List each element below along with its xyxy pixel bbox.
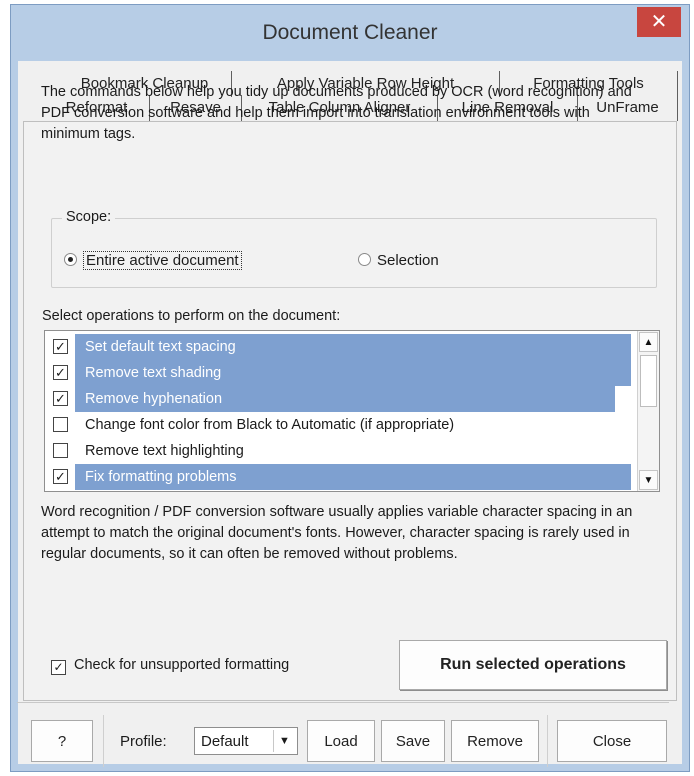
checkbox[interactable]: ✓ [53,391,68,406]
scroll-down-icon[interactable]: ▼ [639,470,658,490]
checkbox[interactable] [53,417,68,432]
profile-value: Default [201,733,249,750]
close-icon[interactable]: ✕ [637,7,681,37]
title-bar[interactable]: Document Cleaner ✕ [11,5,689,61]
list-item-label: Set default text spacing [75,334,631,360]
checkbox-label: Check for unsupported formatting [74,657,290,673]
check-unsupported-formatting[interactable]: ✓ Check for unsupported formatting [51,655,289,675]
list-item-label: Remove hyphenation [75,386,615,412]
remove-button[interactable]: Remove [451,720,539,762]
checkbox[interactable]: ✓ [53,365,68,380]
run-selected-operations-button[interactable]: Run selected operations [399,640,667,690]
scroll-up-icon[interactable]: ▲ [639,332,658,352]
checkbox[interactable]: ✓ [53,469,68,484]
operations-list[interactable]: ✓ Set default text spacing ✓ Remove text… [44,330,660,492]
help-button[interactable]: ? [31,720,93,762]
list-scrollbar[interactable]: ▲ ▼ [637,331,659,491]
scope-label: Scope: [62,209,116,225]
footer-divider [103,715,104,767]
list-item-label: Remove text shading [75,360,631,386]
checkbox[interactable]: ✓ [53,339,68,354]
list-item[interactable]: ✓ Remove hyphenation [45,386,659,412]
list-item[interactable]: ✓ Remove text shading [45,360,659,386]
operation-description: Word recognition / PDF conversion softwa… [41,504,633,562]
profile-dropdown[interactable]: Default ▼ [194,727,298,755]
list-item[interactable]: Remove text highlighting [45,438,659,464]
intro-text: The commands below help you tidy up docu… [41,84,632,142]
list-item-label: Fix formatting problems [75,464,631,490]
window-title: Document Cleaner [262,21,438,44]
close-button[interactable]: Close [557,720,667,762]
radio-selection[interactable]: Selection [358,249,439,273]
load-button[interactable]: Load [307,720,375,762]
profile-label: Profile: [120,733,167,750]
checkbox[interactable]: ✓ [51,660,66,675]
scope-group: Scope: Entire active document Selection [51,209,657,288]
save-button[interactable]: Save [381,720,445,762]
list-item[interactable]: ✓ Fix formatting problems [45,464,659,490]
list-item-label: Change font color from Black to Automati… [85,417,455,433]
document-cleaner-window: Document Cleaner ✕ Bookmark Cleanup Appl… [10,4,690,772]
operations-label: Select operations to perform on the docu… [42,308,341,324]
radio-dot-icon [64,253,77,266]
footer-divider [17,702,669,703]
radio-entire-document[interactable]: Entire active document [64,249,242,273]
scroll-thumb[interactable] [640,355,657,407]
list-item[interactable]: ✓ Set default text spacing [45,334,659,360]
radio-dot-icon [358,253,371,266]
chevron-down-icon[interactable]: ▼ [273,730,295,752]
list-item-label: Remove text highlighting [85,443,244,459]
checkbox[interactable] [53,443,68,458]
radio-label: Selection [377,252,439,269]
radio-label: Entire active document [83,251,242,270]
footer-divider [547,715,548,767]
list-item[interactable]: Change font color from Black to Automati… [45,412,659,438]
